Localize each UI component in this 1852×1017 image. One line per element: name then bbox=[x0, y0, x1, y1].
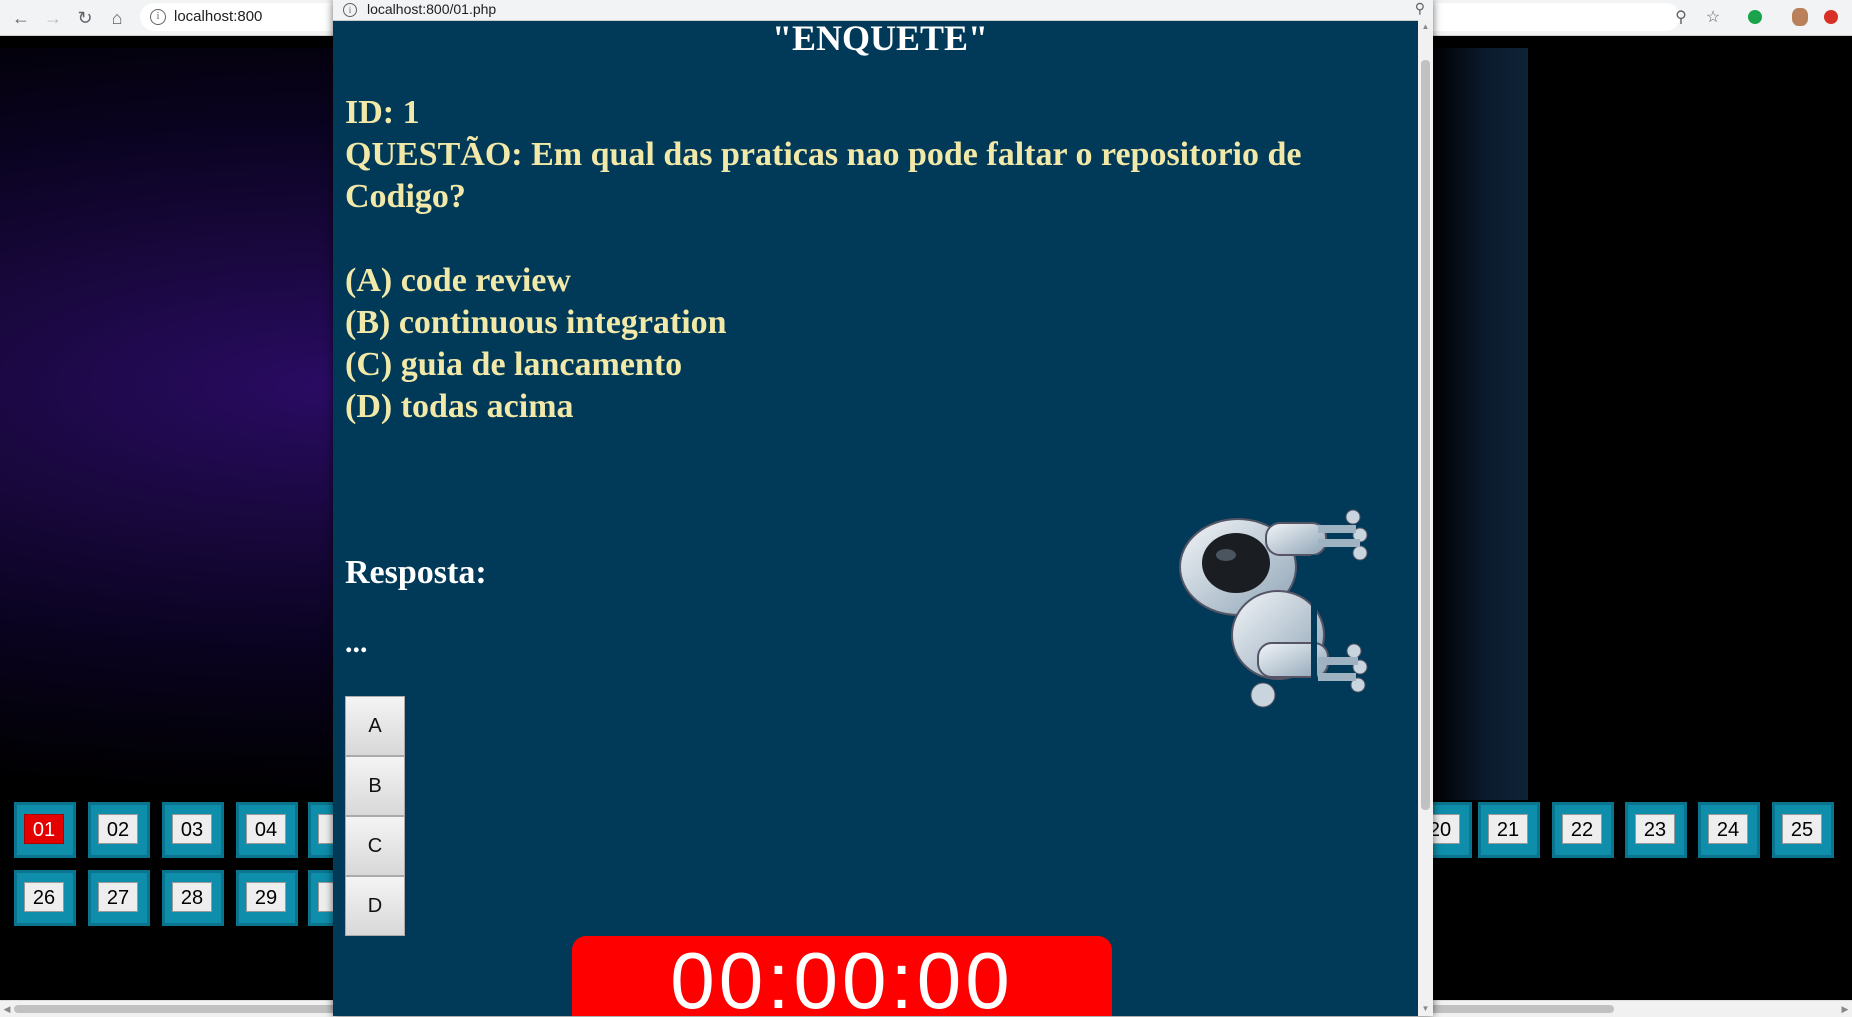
video-side-panel bbox=[1430, 48, 1528, 800]
info-icon[interactable]: i bbox=[150, 9, 166, 25]
tile-24[interactable]: 24 bbox=[1698, 802, 1760, 858]
tile-22[interactable]: 22 bbox=[1552, 802, 1614, 858]
bookmark-star-icon[interactable]: ☆ bbox=[1702, 6, 1724, 28]
tile-label: 28 bbox=[172, 882, 212, 912]
profile-avatar-icon[interactable] bbox=[1789, 6, 1811, 28]
tile-21[interactable]: 21 bbox=[1478, 802, 1540, 858]
answer-button-group: A B C D bbox=[345, 696, 405, 936]
tile-label: 29 bbox=[246, 882, 286, 912]
question-block: ID: 1 QUESTÃO: Em qual das praticas nao … bbox=[345, 92, 1395, 428]
tile-label: 23 bbox=[1635, 814, 1675, 844]
answer-c-button[interactable]: C bbox=[345, 816, 405, 876]
tile-label: 04 bbox=[246, 814, 286, 844]
tile-28[interactable]: 28 bbox=[162, 870, 224, 926]
tile-label: 01 bbox=[24, 814, 64, 844]
scrollbar-thumb[interactable] bbox=[1421, 60, 1430, 810]
answer-a-button[interactable]: A bbox=[345, 696, 405, 756]
quiz-popup-window: i localhost:800/01.php ⚲ "ENQUETE" ID: 1… bbox=[333, 0, 1433, 1016]
tile-27[interactable]: 27 bbox=[88, 870, 150, 926]
info-icon[interactable]: i bbox=[343, 3, 357, 17]
tile-label: 22 bbox=[1562, 814, 1602, 844]
tile-label: 24 bbox=[1708, 814, 1748, 844]
extension-icon[interactable] bbox=[1744, 6, 1766, 28]
question-id: ID: 1 bbox=[345, 94, 420, 131]
back-arrow-icon[interactable]: ← bbox=[8, 5, 34, 31]
answer-label: Resposta: bbox=[345, 554, 487, 591]
question-text: QUESTÃO: Em qual das praticas nao pode f… bbox=[345, 136, 1302, 215]
tile-01[interactable]: 01 bbox=[14, 802, 76, 858]
scroll-down-arrow-icon[interactable]: ▼ bbox=[1418, 1002, 1433, 1016]
zoom-icon[interactable]: ⚲ bbox=[1670, 6, 1692, 28]
tile-26[interactable]: 26 bbox=[14, 870, 76, 926]
zoom-icon[interactable]: ⚲ bbox=[1415, 0, 1425, 17]
update-badge-icon[interactable] bbox=[1820, 6, 1842, 28]
tile-02[interactable]: 02 bbox=[88, 802, 150, 858]
option-b: (B) continuous integration bbox=[345, 304, 727, 341]
robot-mascot-image bbox=[1179, 509, 1368, 725]
option-d: (D) todas acima bbox=[345, 388, 574, 425]
tile-04[interactable]: 04 bbox=[236, 802, 298, 858]
tile-label: 03 bbox=[172, 814, 212, 844]
answer-b-button[interactable]: B bbox=[345, 756, 405, 816]
popup-url: localhost:800/01.php bbox=[367, 1, 497, 17]
tile-label: 25 bbox=[1782, 814, 1822, 844]
tile-label: 21 bbox=[1488, 814, 1528, 844]
home-icon[interactable]: ⌂ bbox=[104, 5, 130, 31]
quiz-title: "ENQUETE" bbox=[771, 18, 989, 58]
tile-23[interactable]: 23 bbox=[1625, 802, 1687, 858]
option-c: (C) guia de lancamento bbox=[345, 346, 683, 383]
tile-03[interactable]: 03 bbox=[162, 802, 224, 858]
scroll-right-arrow-icon[interactable]: ▶ bbox=[1838, 1001, 1852, 1017]
address-url[interactable]: localhost:800 bbox=[174, 8, 262, 25]
tile-25[interactable]: 25 bbox=[1772, 802, 1834, 858]
countdown-timer: 00:00:00 bbox=[572, 936, 1112, 1016]
tile-label: 02 bbox=[98, 814, 138, 844]
answer-value: ... bbox=[345, 626, 368, 659]
tile-29[interactable]: 29 bbox=[236, 870, 298, 926]
tile-label: 27 bbox=[98, 882, 138, 912]
popup-vertical-scrollbar[interactable]: ▲ ▼ bbox=[1418, 20, 1433, 1016]
option-a: (A) code review bbox=[345, 262, 571, 299]
tile-label: 26 bbox=[24, 882, 64, 912]
forward-arrow-icon[interactable]: → bbox=[40, 5, 66, 31]
answer-d-button[interactable]: D bbox=[345, 876, 405, 936]
reload-icon[interactable]: ↻ bbox=[72, 5, 98, 31]
scroll-up-arrow-icon[interactable]: ▲ bbox=[1418, 20, 1433, 34]
scroll-left-arrow-icon[interactable]: ◀ bbox=[0, 1001, 14, 1017]
